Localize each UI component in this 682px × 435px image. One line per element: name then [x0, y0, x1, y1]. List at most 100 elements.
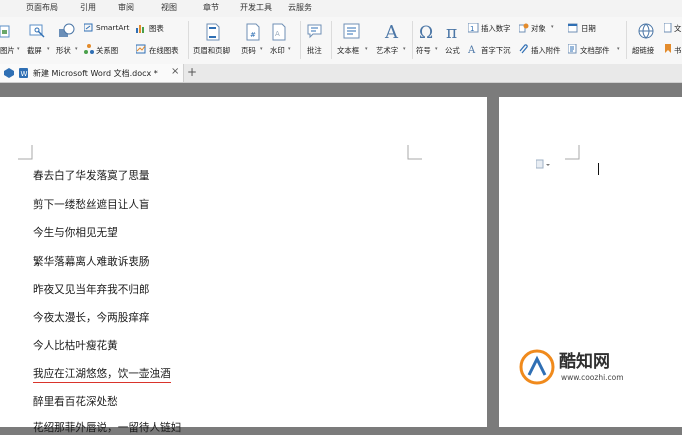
relation-icon[interactable]	[84, 44, 94, 54]
close-tab-icon[interactable]: ×	[171, 66, 179, 77]
wordart-button[interactable]: 艺术字	[376, 45, 398, 56]
online-chart-icon[interactable]	[136, 44, 146, 54]
word-document-icon: W	[19, 68, 28, 78]
chevron-down-icon: ▾	[47, 46, 50, 52]
textbox-button[interactable]: 文本框	[337, 45, 359, 56]
text-line[interactable]: 剪下一缕愁丝遮目让人盲	[33, 197, 150, 212]
screenshot-button[interactable]: 截屏	[27, 45, 42, 56]
menu-bar: 页面布局 引用 审阅 视图 章节 开发工具 云服务	[0, 0, 682, 18]
watermark-site-url: www.coozhi.com	[561, 373, 624, 382]
svg-text:W: W	[21, 70, 28, 78]
insert-number-icon[interactable]: 1	[468, 23, 479, 33]
text-line[interactable]: 昨夜又见当年弃我不归郎	[33, 282, 150, 297]
formula-icon[interactable]: π	[445, 21, 463, 41]
svg-text:π: π	[446, 23, 457, 41]
watermark-icon[interactable]: A	[272, 23, 286, 41]
wps-logo-icon	[4, 68, 14, 78]
text-cursor	[598, 163, 599, 175]
calendar-icon[interactable]	[568, 23, 578, 33]
formula-button[interactable]: 公式	[445, 45, 460, 56]
bookmark-button[interactable]: 书	[674, 45, 681, 56]
document-parts-icon[interactable]	[568, 44, 578, 54]
chart-icon[interactable]	[136, 23, 146, 33]
paste-options-icon[interactable]	[536, 159, 550, 169]
margin-corner-mark	[565, 145, 580, 160]
chevron-down-icon: ▾	[75, 46, 78, 52]
new-tab-button[interactable]: +	[187, 65, 197, 79]
menu-view[interactable]: 视图	[161, 2, 177, 13]
document-parts-button[interactable]: 文档部件	[580, 45, 610, 56]
picture-button[interactable]: 图片	[0, 45, 15, 56]
ribbon-separator	[331, 21, 332, 59]
document-page[interactable]: 春去白了华发落寞了思量 剪下一缕愁丝遮目让人盲 今生与你相见无望 繁华落幕离人难…	[0, 97, 487, 434]
insert-number-button[interactable]: 插入数字	[481, 23, 511, 34]
chevron-down-icon: ▾	[551, 24, 554, 30]
cross-reference-button[interactable]: 文	[674, 23, 681, 34]
header-footer-button[interactable]: 页眉和页脚	[193, 45, 230, 56]
date-button[interactable]: 日期	[581, 23, 596, 34]
text-line-underlined[interactable]: 我应在江湖悠悠，饮一壶浊酒	[33, 366, 171, 383]
attachment-icon[interactable]	[519, 44, 529, 54]
hyperlink-icon[interactable]	[637, 22, 655, 40]
margin-corner-mark	[18, 145, 33, 160]
screenshot-icon[interactable]	[29, 23, 45, 39]
margin-corner-mark	[407, 145, 422, 160]
ribbon-separator	[300, 21, 301, 59]
document-tab[interactable]: W 新建 Microsoft Word 文档.docx * ×	[0, 64, 184, 82]
text-line[interactable]: 今生与你相见无望	[33, 225, 118, 240]
menu-cloud-service[interactable]: 云服务	[288, 2, 312, 13]
page-number-icon[interactable]: #	[246, 23, 260, 41]
smartart-icon[interactable]	[84, 23, 94, 33]
cross-reference-icon[interactable]	[664, 23, 672, 33]
text-line[interactable]: 今人比枯叶瘦花黄	[33, 338, 118, 353]
ribbon-insert: 图片 ▾ 截屏 ▾ 形状 ▾ SmartArt 关系图 图表 在线图表 页眉和页脚 #…	[0, 17, 682, 65]
wordart-icon[interactable]: A	[384, 21, 400, 41]
drop-cap-icon[interactable]: A	[468, 44, 479, 54]
text-line[interactable]: 花绍那菲外唇说，一留待人链妇	[33, 420, 181, 435]
menu-developer-tools[interactable]: 开发工具	[240, 2, 272, 13]
drop-cap-button[interactable]: 首字下沉	[481, 45, 511, 56]
bookmark-icon[interactable]	[664, 44, 672, 54]
hyperlink-button[interactable]: 超链接	[632, 45, 654, 56]
menu-page-layout[interactable]: 页面布局	[26, 2, 58, 13]
object-button[interactable]: 对象	[531, 23, 546, 34]
insert-attachment-button[interactable]: 插入附件	[531, 45, 561, 56]
text-line[interactable]: 春去白了华发落寞了思量	[33, 168, 150, 183]
chevron-down-icon: ▾	[617, 46, 620, 52]
site-watermark: 酷知网 www.coozhi.com	[519, 347, 649, 389]
menu-review[interactable]: 审阅	[118, 2, 134, 13]
object-icon[interactable]	[519, 23, 529, 33]
comment-button[interactable]: 批注	[307, 45, 322, 56]
menu-section[interactable]: 章节	[203, 2, 219, 13]
online-chart-button[interactable]: 在线图表	[149, 45, 179, 56]
shapes-icon[interactable]	[58, 23, 76, 39]
header-footer-icon[interactable]	[206, 23, 220, 41]
chevron-down-icon: ▾	[403, 46, 406, 52]
chevron-down-icon: ▾	[260, 46, 263, 52]
chevron-down-icon: ▾	[17, 46, 20, 52]
svg-text:#: #	[250, 31, 256, 39]
document-workspace: 春去白了华发落寞了思量 剪下一缕愁丝遮目让人盲 今生与你相见无望 繁华落幕离人难…	[0, 83, 682, 434]
chevron-down-icon: ▾	[288, 46, 291, 52]
text-line[interactable]: 繁华落幕离人难敢诉衷肠	[33, 254, 150, 269]
svg-text:A: A	[384, 22, 399, 41]
shapes-button[interactable]: 形状	[56, 45, 71, 56]
watermark-button[interactable]: 水印	[270, 45, 285, 56]
menu-references[interactable]: 引用	[80, 2, 96, 13]
watermark-site-name: 酷知网	[559, 352, 610, 372]
smartart-button[interactable]: SmartArt	[96, 23, 129, 32]
document-tab-title: 新建 Microsoft Word 文档.docx *	[33, 69, 158, 78]
svg-text:1: 1	[470, 25, 474, 33]
relation-diagram-button[interactable]: 关系图	[96, 45, 118, 56]
text-line[interactable]: 今夜太漫长，今两股痒痒	[33, 310, 150, 325]
comment-icon[interactable]	[307, 23, 323, 39]
chart-button[interactable]: 图表	[149, 23, 164, 34]
symbol-icon[interactable]: Ω	[418, 21, 436, 41]
page-number-button[interactable]: 页码	[241, 45, 256, 56]
picture-icon[interactable]	[0, 25, 10, 39]
textbox-icon[interactable]	[343, 23, 361, 40]
coozhi-logo-icon	[519, 349, 555, 385]
text-line[interactable]: 醉里看百花深处愁	[33, 394, 118, 409]
symbol-button[interactable]: 符号	[416, 45, 431, 56]
svg-text:Ω: Ω	[419, 23, 433, 41]
